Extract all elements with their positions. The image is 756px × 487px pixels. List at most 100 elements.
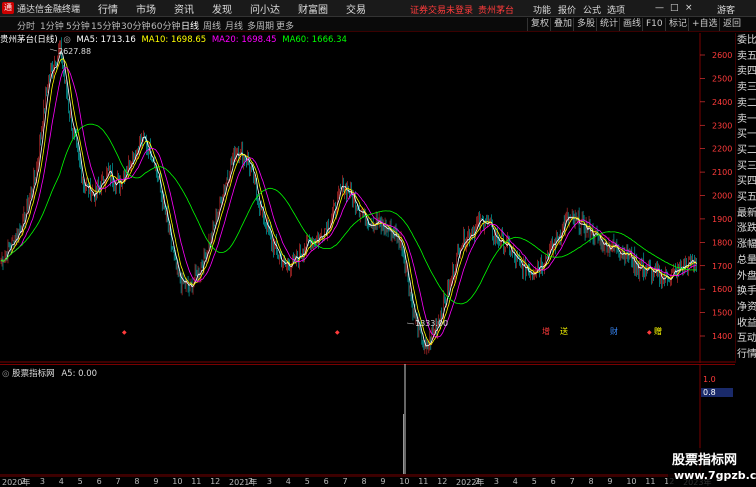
- side-panel-item[interactable]: 卖二: [736, 96, 756, 112]
- price-tick-2300: 2300: [712, 121, 732, 130]
- side-panel-item[interactable]: 涨跌: [736, 221, 756, 237]
- login-warning[interactable]: 证券交易未登录: [410, 3, 473, 16]
- period-weekly[interactable]: 周线: [203, 19, 221, 32]
- sub-axis-top: 1.0: [703, 375, 716, 384]
- menu-faxian[interactable]: 发现: [212, 1, 232, 16]
- quote-side-panel: 委比 卖五 卖四 卖三 卖二 卖一 买一 买二 买三 买四 买五 最新 涨跌 涨幅 总量 外盘 换手 净资 收益 互动…: [735, 33, 756, 363]
- price-tick-2400: 2400: [712, 98, 732, 107]
- period-more[interactable]: 更多: [276, 19, 294, 32]
- date-tick: 11: [191, 477, 202, 486]
- side-panel-item[interactable]: 最新: [736, 206, 756, 222]
- side-panel-item[interactable]: 涨幅: [736, 237, 756, 253]
- period-1min[interactable]: 1分钟: [40, 19, 64, 32]
- settings-icon[interactable]: ◎: [2, 369, 12, 379]
- side-panel-item[interactable]: 行情: [736, 347, 756, 363]
- date-tick: 2: [474, 477, 481, 486]
- sub-axis-current: 0.8: [703, 388, 716, 397]
- menu-jiaoyi[interactable]: 交易: [346, 1, 366, 16]
- event-marker-zeng2[interactable]: 赠: [654, 326, 662, 336]
- side-panel-item[interactable]: 总量: [736, 253, 756, 269]
- event-marker-cai[interactable]: 财: [610, 326, 618, 336]
- side-panel-item[interactable]: 卖五: [736, 49, 756, 65]
- side-panel-item[interactable]: 买一: [736, 127, 756, 143]
- event-marker-zeng[interactable]: 增: [542, 326, 550, 336]
- ma5-value: MA5: 1713.16: [76, 35, 136, 45]
- menu-shichang[interactable]: 市场: [136, 1, 156, 16]
- side-panel-item[interactable]: 换手: [736, 284, 756, 300]
- side-panel-item[interactable]: 买四: [736, 174, 756, 190]
- price-tick-1500: 1500: [712, 309, 732, 318]
- date-tick: 7: [115, 477, 121, 486]
- side-panel-item[interactable]: 买二: [736, 143, 756, 159]
- date-tick: 12: [210, 477, 221, 486]
- watermark-title: 股票指标网: [672, 453, 738, 468]
- side-panel-item[interactable]: 卖三: [736, 80, 756, 96]
- side-panel-item[interactable]: 委比: [736, 33, 756, 49]
- indicator-value: A5: 0.00: [61, 369, 98, 379]
- side-panel-item[interactable]: 卖四: [736, 64, 756, 80]
- date-tick: 4: [285, 477, 291, 486]
- maximize-icon[interactable]: □: [670, 3, 679, 13]
- indicator-name: 股票指标网: [12, 369, 55, 379]
- indicator-chart[interactable]: 1.0 0.8: [0, 364, 735, 476]
- date-tick: 12: [437, 477, 448, 486]
- side-panel-item[interactable]: 外盘: [736, 269, 756, 285]
- menu-baojia[interactable]: 报价: [558, 3, 576, 16]
- mark-button[interactable]: 标记: [665, 18, 690, 31]
- event-marker-song[interactable]: 送: [560, 326, 568, 336]
- date-tick: 2: [247, 477, 254, 486]
- date-tick: 3: [39, 477, 45, 486]
- period-5min[interactable]: 5分钟: [66, 19, 90, 32]
- date-tick: 7: [342, 477, 348, 486]
- draw-line-button[interactable]: 画线: [619, 18, 644, 31]
- info-marker[interactable]: ◆: [335, 329, 340, 336]
- info-marker[interactable]: ◆: [647, 329, 652, 336]
- close-icon[interactable]: ×: [685, 3, 693, 13]
- period-multi[interactable]: 多周期: [247, 19, 274, 32]
- period-15min[interactable]: 15分钟: [91, 19, 120, 32]
- current-stock-name: 贵州茅台: [478, 6, 515, 16]
- stats-button[interactable]: 统计: [596, 18, 621, 31]
- date-tick: 8: [134, 477, 140, 486]
- period-30min[interactable]: 30分钟: [121, 19, 150, 32]
- date-tick: 9: [153, 477, 159, 486]
- period-fenshi[interactable]: 分时: [17, 19, 35, 32]
- side-panel-item[interactable]: 买五: [736, 190, 756, 206]
- menu-wenxiaoda[interactable]: 问小达: [250, 1, 280, 16]
- menu-hangqing[interactable]: 行情: [98, 1, 118, 16]
- fuquan-button[interactable]: 复权: [527, 18, 552, 31]
- high-price-label: 2627.88: [58, 47, 91, 56]
- menu-zixun[interactable]: 资讯: [174, 1, 194, 16]
- date-tick: 3: [266, 477, 272, 486]
- f10-button[interactable]: F10: [642, 18, 666, 31]
- price-tick-1800: 1800: [712, 238, 732, 247]
- overlay-button[interactable]: 叠加: [550, 18, 575, 31]
- side-panel-item[interactable]: 净资: [736, 300, 756, 316]
- multi-stock-button[interactable]: 多股: [573, 18, 598, 31]
- price-tick-1400: 1400: [712, 332, 732, 341]
- side-panel-item[interactable]: 卖一: [736, 112, 756, 128]
- info-marker[interactable]: ◆: [122, 329, 127, 336]
- period-monthly[interactable]: 月线: [225, 19, 243, 32]
- menu-gongneng[interactable]: 功能: [533, 3, 551, 16]
- side-panel-item[interactable]: 互动: [736, 331, 756, 347]
- back-button[interactable]: 返回: [719, 18, 744, 31]
- side-panel-item[interactable]: 买三: [736, 159, 756, 175]
- menu-xuanxiang[interactable]: 选项: [607, 3, 625, 16]
- watermark-url: www.7gpzb.com: [674, 469, 756, 482]
- expand-icon[interactable]: ◎: [63, 35, 70, 45]
- add-watchlist-button[interactable]: +自选: [688, 18, 721, 31]
- period-60min[interactable]: 60分钟: [151, 19, 180, 32]
- date-tick: 5: [531, 477, 537, 486]
- date-tick: 9: [380, 477, 386, 486]
- minimize-icon[interactable]: —: [655, 3, 664, 13]
- date-tick: 8: [588, 477, 594, 486]
- date-tick: 11: [418, 477, 429, 486]
- guest-label[interactable]: 游客: [717, 3, 735, 16]
- period-daily[interactable]: 日线: [181, 19, 199, 32]
- date-tick: 10: [626, 477, 637, 486]
- kline-chart[interactable]: 2600 2500 2400 2300 2200 2100 2000 1900 1800 1700…: [0, 33, 735, 363]
- menu-caifuquan[interactable]: 财富圈: [298, 1, 328, 16]
- side-panel-item[interactable]: 收益: [736, 316, 756, 332]
- menu-gongshi[interactable]: 公式: [583, 3, 601, 16]
